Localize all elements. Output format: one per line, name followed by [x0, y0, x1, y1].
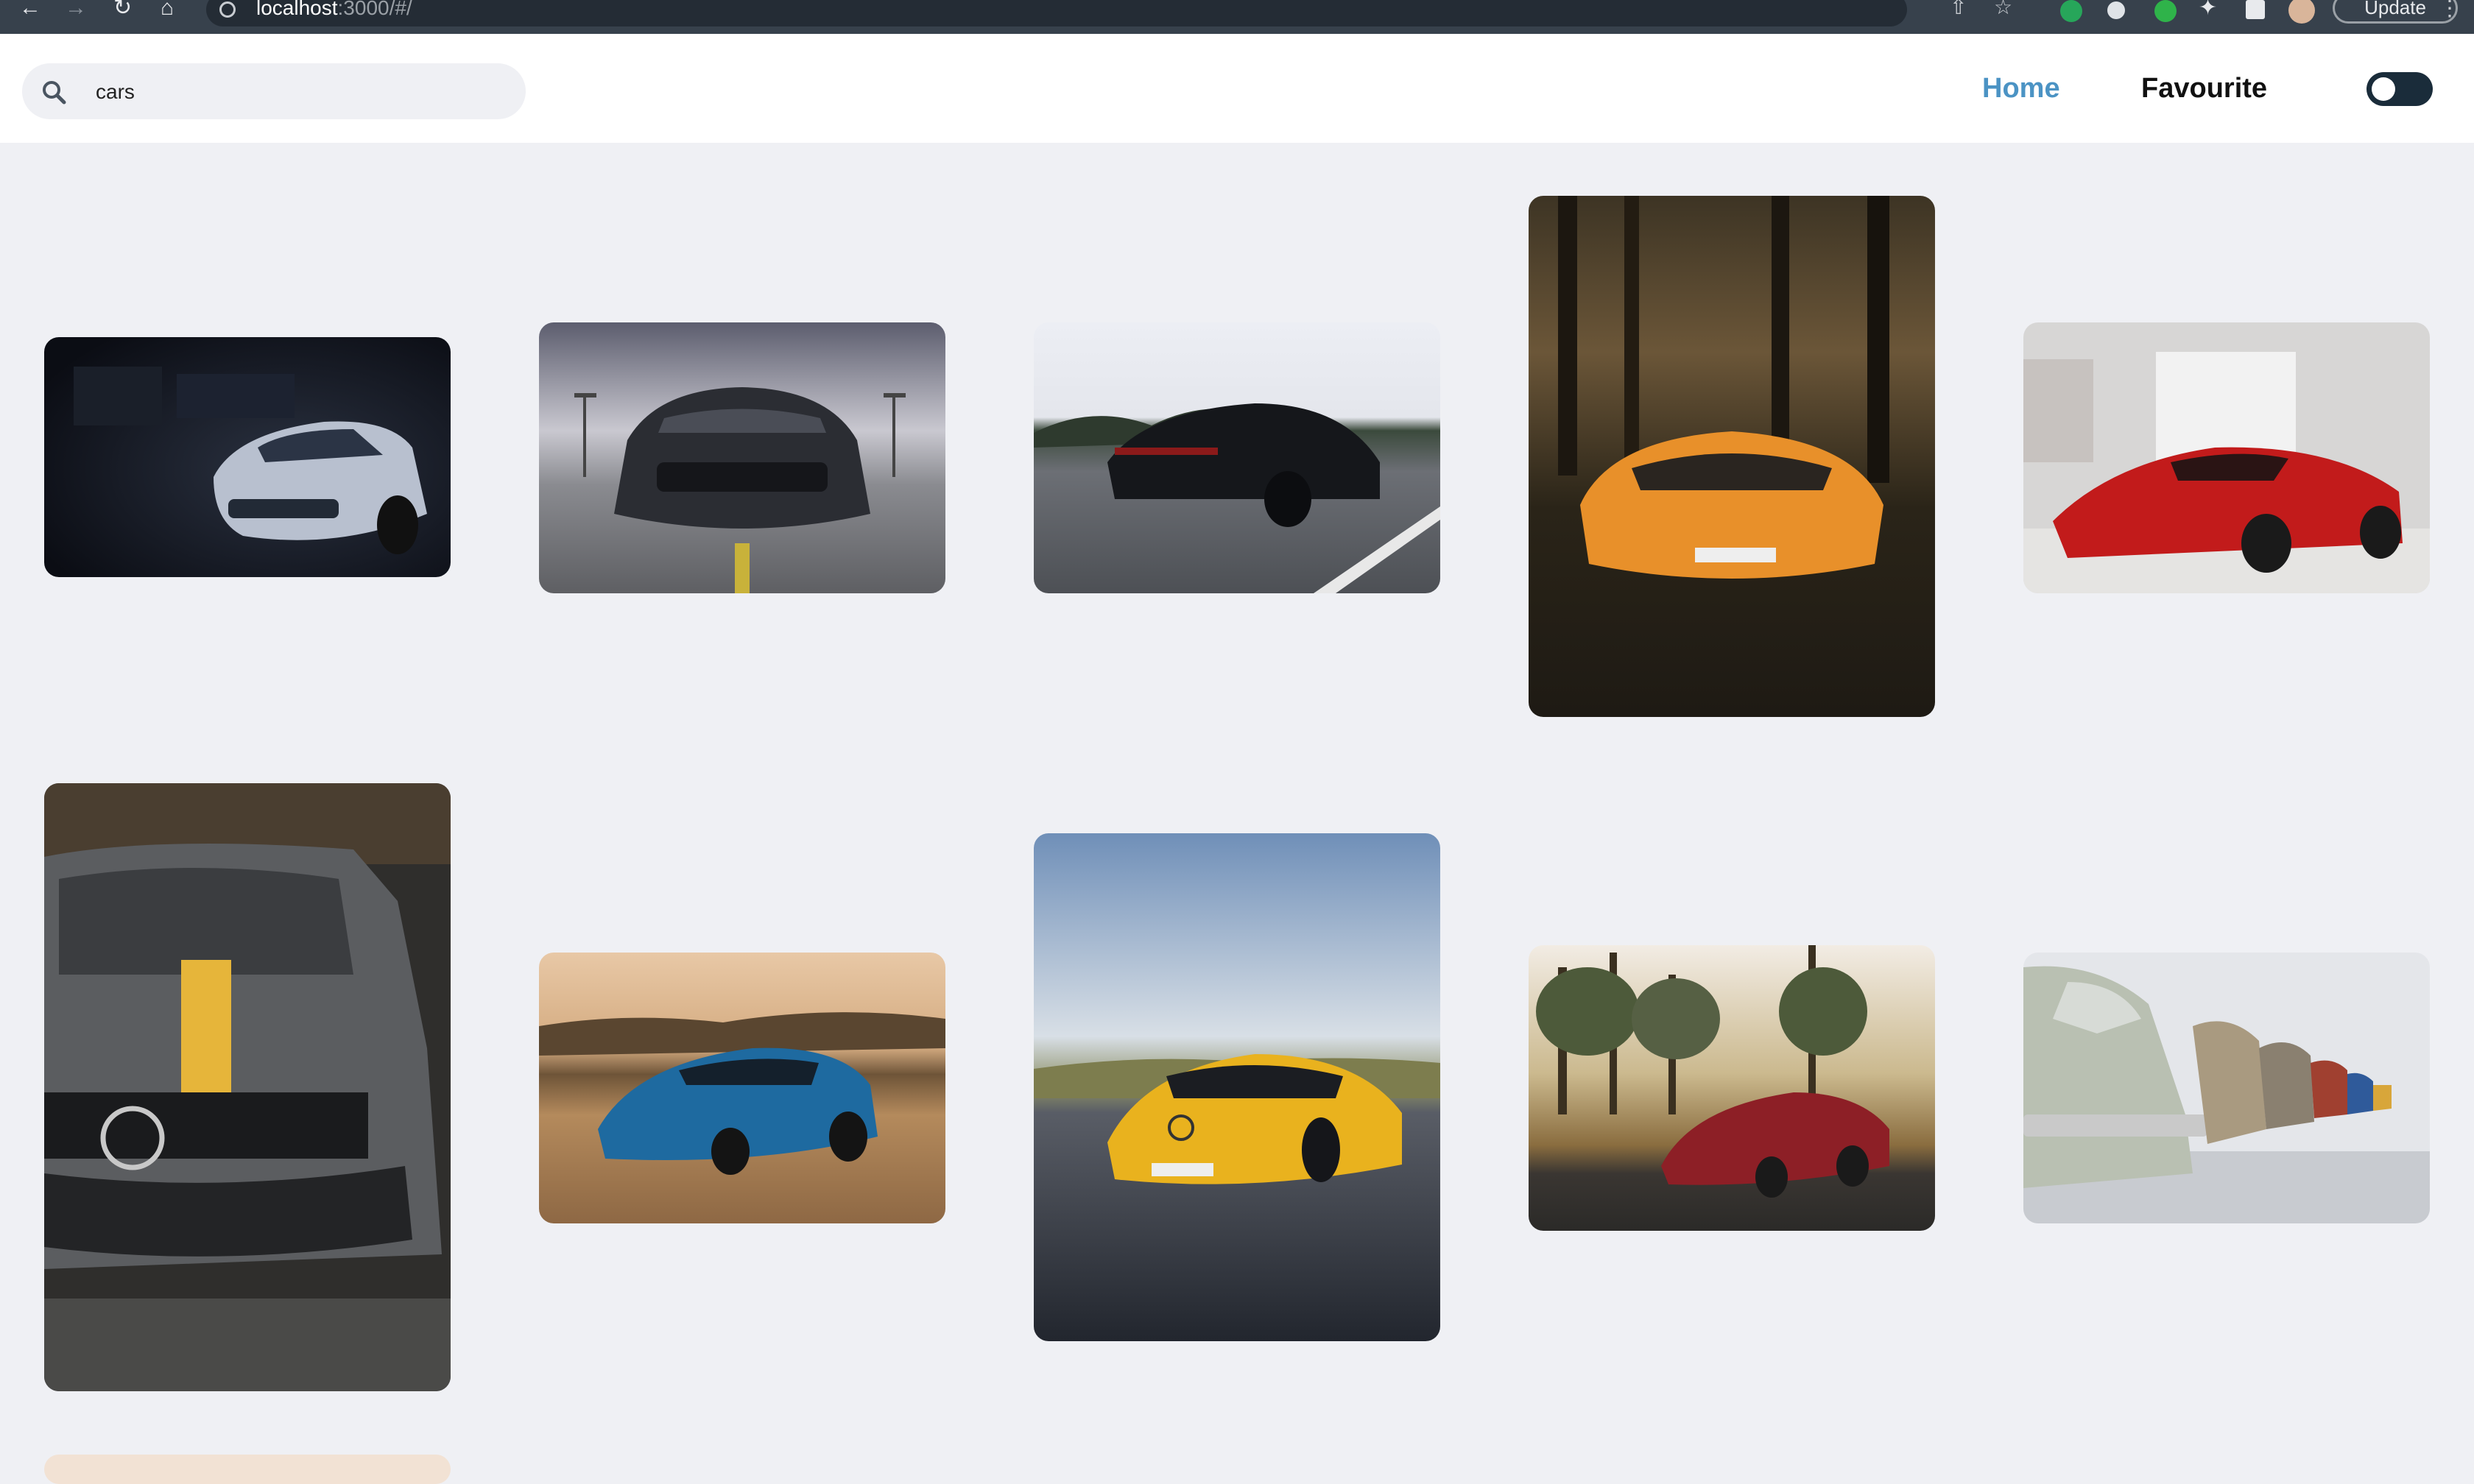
home-icon[interactable]: ⌂ — [161, 0, 174, 19]
car-photo — [44, 783, 451, 1391]
car-photo — [1529, 945, 1935, 1231]
search-bar[interactable] — [22, 63, 526, 119]
address-bar[interactable]: localhost:3000/#/ ⇧ ☆ — [206, 0, 2012, 26]
gallery-card[interactable] — [2023, 953, 2430, 1223]
extension-icon[interactable] — [2154, 0, 2177, 22]
url-text[interactable]: localhost:3000/#/ — [256, 0, 412, 19]
car-photo — [539, 322, 945, 593]
gallery-card[interactable] — [539, 322, 945, 593]
browser-toolbar: ← → ↻ ⌂ localhost:3000/#/ ⇧ ☆ ✦ Update ⋮ — [0, 0, 2474, 34]
info-icon[interactable] — [219, 1, 236, 18]
gallery-card[interactable] — [1529, 945, 1935, 1231]
url-host: localhost — [256, 0, 338, 19]
gallery-card[interactable] — [44, 1455, 451, 1484]
grammarly-icon[interactable] — [2060, 0, 2082, 22]
url-path: :3000/#/ — [337, 0, 412, 19]
reload-icon[interactable]: ↻ — [113, 0, 132, 19]
profile-avatar[interactable] — [2288, 0, 2315, 24]
car-photo — [44, 337, 451, 577]
share-icon[interactable]: ⇧ — [1950, 0, 1967, 18]
nav-favourite-link[interactable]: Favourite — [2141, 71, 2267, 106]
search-icon — [43, 81, 66, 105]
car-photo — [2023, 322, 2430, 593]
search-input[interactable] — [94, 74, 510, 110]
gallery-card[interactable] — [1034, 833, 1440, 1341]
sidebar-icon[interactable] — [2246, 0, 2265, 19]
gallery-card[interactable] — [44, 783, 451, 1391]
puzzle-icon[interactable]: ✦ — [2199, 0, 2217, 19]
extension-icon[interactable] — [2107, 1, 2125, 19]
forward-arrow-icon[interactable]: → — [65, 0, 87, 19]
theme-toggle[interactable] — [2366, 72, 2433, 106]
gallery-card[interactable] — [44, 337, 451, 577]
gallery-card[interactable] — [539, 953, 945, 1223]
gallery-card[interactable] — [1529, 196, 1935, 717]
nav-home-link[interactable]: Home — [1982, 71, 2060, 106]
app-header: Home Favourite — [0, 34, 2474, 143]
car-photo — [2023, 953, 2430, 1223]
back-arrow-icon[interactable]: ← — [19, 0, 41, 19]
bookmark-star-icon[interactable]: ☆ — [1994, 0, 2012, 18]
toggle-knob — [2372, 77, 2395, 101]
car-photo — [1034, 322, 1440, 593]
gallery-card[interactable] — [2023, 322, 2430, 593]
gallery-card[interactable] — [1034, 322, 1440, 593]
kebab-menu-icon[interactable]: ⋮ — [2439, 0, 2461, 20]
car-photo — [1529, 196, 1935, 717]
car-photo — [1034, 833, 1440, 1341]
car-photo — [539, 953, 945, 1223]
